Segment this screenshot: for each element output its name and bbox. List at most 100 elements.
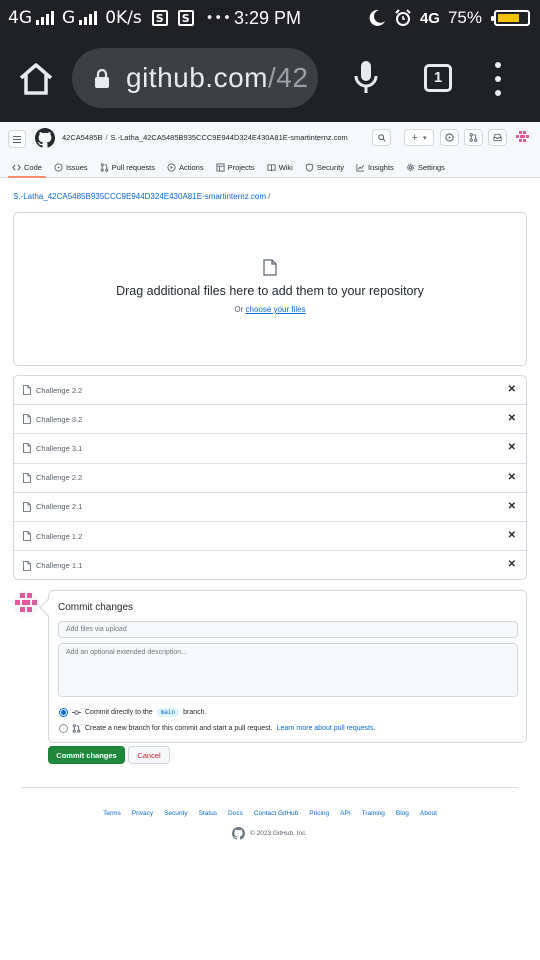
- remove-file-icon[interactable]: ✕: [508, 501, 516, 512]
- file-icon: [23, 501, 31, 512]
- remove-file-icon[interactable]: ✕: [508, 530, 516, 541]
- issue-icon: [54, 162, 63, 172]
- uploaded-files-list: Challenge 2.2 ✕ Challenge 3.2 ✕ Challeng…: [13, 375, 527, 580]
- tab-label: Pull requests: [111, 162, 155, 172]
- dropzone-or: Or: [234, 305, 244, 314]
- home-icon[interactable]: [18, 62, 54, 96]
- commit-description-textarea[interactable]: Add an optional extended description...: [58, 643, 518, 697]
- commit-form-title: Commit changes: [58, 602, 134, 613]
- status-left-group: 4G G 0K/s S S •••: [8, 6, 232, 30]
- signal-strength-icon: [36, 11, 54, 25]
- tab-projects[interactable]: Projects: [210, 158, 261, 176]
- tab-label: Issues: [65, 162, 88, 172]
- remove-file-icon[interactable]: ✕: [508, 414, 516, 424]
- inbox-icon: [493, 133, 502, 142]
- tab-switcher-button[interactable]: 1: [424, 64, 452, 92]
- dropzone-subtitle: Or choose your files: [14, 305, 526, 314]
- file-icon: [23, 531, 31, 541]
- file-icon: [23, 560, 31, 571]
- tab-actions[interactable]: Actions: [161, 158, 210, 176]
- github-mark-icon[interactable]: [232, 826, 245, 840]
- footer-link-security[interactable]: Security: [164, 810, 187, 817]
- address-bar[interactable]: github.com/42: [72, 48, 318, 108]
- create-new-button[interactable]: + ▾: [404, 129, 434, 146]
- browser-menu-icon[interactable]: [494, 62, 502, 96]
- learn-more-link[interactable]: Learn more about pull requests.: [277, 725, 376, 732]
- microphone-icon[interactable]: [353, 60, 379, 96]
- repo-header: 42CA5485B / S.-Latha_42CA5485B935CCC9E944D…: [0, 122, 540, 178]
- tab-label: Security: [316, 162, 344, 172]
- breadcrumb-separator: /: [105, 133, 108, 142]
- tab-pull-requests[interactable]: Pull requests: [94, 158, 161, 176]
- file-name: Challenge 2.1: [36, 502, 83, 512]
- file-dropzone[interactable]: Drag additional files here to add them t…: [13, 212, 527, 366]
- footer-link-terms[interactable]: Terms: [103, 810, 121, 817]
- footer-link-status[interactable]: Status: [199, 810, 217, 817]
- remove-file-icon[interactable]: ✕: [508, 472, 516, 483]
- table-icon: [216, 162, 225, 172]
- url-text: github.com/42: [126, 62, 308, 94]
- file-name: Challenge 2.2: [36, 473, 83, 483]
- footer-link-about[interactable]: About: [420, 810, 437, 817]
- copyright-text: © 2023 GitHub, Inc.: [250, 829, 308, 837]
- user-avatar[interactable]: [514, 129, 531, 146]
- commit-direct-option[interactable]: Commit directly to the main branch.: [59, 706, 207, 718]
- plus-icon: +: [411, 131, 418, 144]
- book-icon: [267, 163, 276, 171]
- list-item: Challenge 1.2 ✕: [14, 522, 526, 552]
- footer-link-blog[interactable]: Blog: [396, 810, 409, 817]
- pull-requests-shortcut-button[interactable]: [464, 129, 483, 146]
- remove-file-icon[interactable]: ✕: [508, 560, 516, 570]
- issues-shortcut-button[interactable]: [440, 129, 459, 146]
- repo-nav: Code Issues Pull requests Actions Projec…: [6, 158, 451, 178]
- footer-divider: [22, 787, 518, 788]
- graph-icon: [356, 163, 365, 172]
- battery-percent: 75%: [447, 8, 482, 27]
- commit-summary-input[interactable]: Add files via upload: [58, 621, 518, 638]
- tab-security[interactable]: Security: [299, 158, 350, 176]
- choose-files-link[interactable]: choose your files: [246, 305, 306, 314]
- owner-link[interactable]: 42CA5485B: [62, 133, 102, 142]
- tab-issues[interactable]: Issues: [48, 158, 94, 176]
- tab-label: Settings: [417, 162, 445, 172]
- battery-icon: [491, 10, 530, 26]
- footer-link-api[interactable]: API: [340, 810, 350, 817]
- tab-label: Wiki: [278, 162, 293, 172]
- tab-label: Actions: [178, 162, 204, 172]
- status-bar: 4G G 0K/s S S ••• 3:29 PM 4G 75%: [0, 0, 540, 36]
- commit-changes-button[interactable]: Commit changes: [48, 746, 125, 764]
- footer-link-training[interactable]: Training: [362, 810, 385, 817]
- cancel-button[interactable]: Cancel: [128, 746, 170, 764]
- remove-file-icon[interactable]: ✕: [508, 385, 516, 395]
- path-slash: /: [268, 192, 271, 201]
- data-speed: 0K/s: [105, 8, 142, 28]
- commit-direct-radio[interactable]: [59, 707, 68, 717]
- new-branch-text: Create a new branch for this commit and …: [85, 724, 273, 732]
- inbox-button[interactable]: [488, 129, 507, 146]
- search-button[interactable]: [372, 129, 391, 146]
- remove-file-icon[interactable]: ✕: [508, 443, 516, 453]
- tab-wiki[interactable]: Wiki: [261, 158, 299, 176]
- new-branch-option[interactable]: Create a new branch for this commit and …: [59, 722, 375, 734]
- footer-link-docs[interactable]: Docs: [228, 810, 243, 817]
- tab-settings[interactable]: Settings: [400, 158, 451, 176]
- list-item: Challenge 2.2 ✕: [14, 376, 526, 406]
- github-logo-icon[interactable]: [35, 128, 55, 148]
- do-not-disturb-moon-icon: [369, 9, 385, 26]
- footer-link-privacy[interactable]: Privacy: [132, 810, 153, 817]
- network-type-label: 4G: [8, 8, 32, 28]
- status-right-group: 4G 75%: [368, 6, 530, 30]
- dropzone-title: Drag additional files here to add them t…: [116, 284, 424, 298]
- footer-link-contact[interactable]: Contact GitHub: [254, 810, 298, 817]
- hamburger-menu-icon[interactable]: [8, 130, 26, 148]
- gear-icon: [406, 163, 414, 171]
- tab-code[interactable]: Code: [6, 158, 48, 178]
- repo-link[interactable]: S.-Latha_42CA5485B935CCC9E944D324E430A81…: [111, 133, 348, 142]
- footer-link-pricing[interactable]: Pricing: [309, 810, 329, 817]
- commit-direct-suffix: branch.: [183, 708, 207, 716]
- alarm-icon: [395, 9, 411, 26]
- footer-copyright: © 2023 GitHub, Inc.: [232, 826, 308, 840]
- path-repo-link[interactable]: S.-Latha_42CA5485B935CCC9E944D324E430A81…: [13, 192, 266, 201]
- new-branch-radio[interactable]: [59, 723, 68, 733]
- tab-insights[interactable]: Insights: [350, 158, 400, 176]
